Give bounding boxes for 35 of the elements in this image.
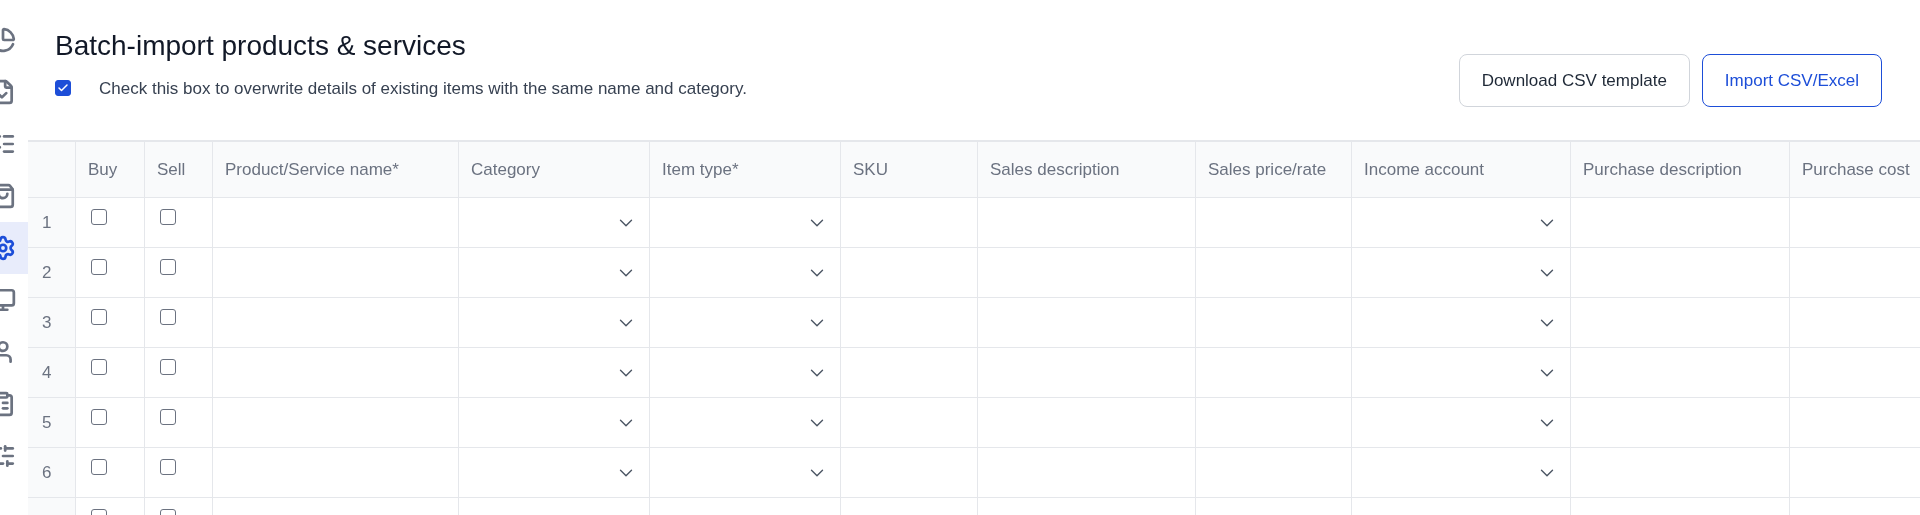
column-header: Category <box>459 142 650 197</box>
row-number: 4 <box>42 361 52 384</box>
column-header: Sell <box>145 142 213 197</box>
column-header: Income account <box>1352 142 1571 197</box>
overwrite-label: Check this box to overwrite details of existing items with the same name and category. <box>99 77 747 100</box>
sidebar-item[interactable] <box>0 222 28 274</box>
row-number: 5 <box>42 411 52 434</box>
column-header: Purchase description <box>1571 142 1790 197</box>
checkbox[interactable] <box>160 359 176 375</box>
checkbox[interactable] <box>91 309 107 325</box>
row-number: 6 <box>42 461 52 484</box>
row-number: 3 <box>42 311 52 334</box>
column-header: SKU <box>841 142 978 197</box>
checkbox[interactable] <box>91 459 107 475</box>
checkbox[interactable] <box>160 409 176 425</box>
checkbox[interactable] <box>91 259 107 275</box>
checkbox[interactable] <box>55 80 71 97</box>
checkbox[interactable] <box>160 259 176 275</box>
row-number: 1 <box>42 211 52 234</box>
column-header: Buy <box>76 142 145 197</box>
column-header: Sales description <box>978 142 1196 197</box>
checkbox[interactable] <box>160 309 176 325</box>
checkbox[interactable] <box>91 409 107 425</box>
page-title: Batch-import products & services <box>55 31 467 60</box>
checkbox[interactable] <box>160 459 176 475</box>
column-header: Item type* <box>650 142 841 197</box>
download-template-button[interactable]: Download CSV template <box>1458 54 1690 107</box>
column-header: Purchase cost <box>1790 142 1920 197</box>
column-header: Sales price/rate <box>1196 142 1352 197</box>
checkbox[interactable] <box>91 359 107 375</box>
import-button[interactable]: Import CSV/Excel <box>1701 54 1882 107</box>
column-header: Product/Service name* <box>213 142 459 197</box>
checkbox[interactable] <box>91 209 107 225</box>
row-number: 2 <box>42 261 52 284</box>
checkbox[interactable] <box>160 209 176 225</box>
